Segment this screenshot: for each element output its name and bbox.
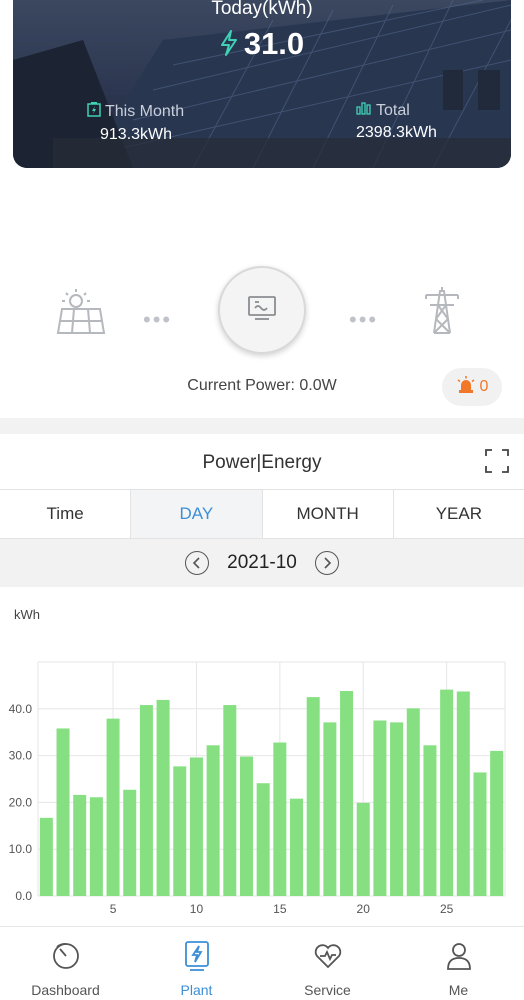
chart-bar (123, 789, 137, 896)
dashboard-icon (49, 939, 83, 973)
y-axis-unit: kWh (14, 607, 40, 622)
user-icon (442, 939, 476, 973)
y-tick-label: 20.0 (9, 795, 33, 809)
inverter-button[interactable] (218, 266, 306, 354)
chart-bar (473, 772, 487, 896)
nav-service[interactable]: Service (262, 927, 393, 1000)
chart-bar (239, 756, 253, 896)
previous-period-button[interactable] (185, 551, 210, 575)
chart-bar (406, 708, 420, 896)
total-stat: Total 2398.3kWh (356, 101, 437, 142)
tab-year[interactable]: YEAR (393, 490, 524, 538)
this-month-stat: This Month 913.3kWh (87, 101, 184, 144)
y-tick-label: 10.0 (9, 842, 33, 856)
x-tick-label: 10 (190, 902, 204, 916)
this-month-label: This Month (105, 102, 185, 120)
period-tabs: Time DAY MONTH YEAR (0, 489, 524, 539)
x-tick-label: 5 (110, 902, 117, 916)
today-energy-value: 31.0 (13, 26, 511, 64)
flow-dots-right: ••• (349, 307, 379, 332)
chart-bar (106, 718, 120, 896)
chart-bar (73, 794, 87, 896)
chart-bar (356, 802, 370, 896)
energy-summary-banner: Today(kWh) 31.0 This Month 913.3kWh Tota… (13, 0, 511, 168)
energy-flow-panel: ••• ••• Current Power: 0.0W 0 (0, 255, 524, 415)
chart-bar (89, 797, 103, 896)
x-tick-label: 25 (440, 902, 454, 916)
bar-chart-icon (356, 101, 372, 120)
fullscreen-icon[interactable] (484, 448, 510, 474)
chevron-right-icon (324, 557, 331, 569)
plant-icon (180, 939, 214, 973)
current-period: 2021-10 (227, 552, 297, 573)
tab-day[interactable]: DAY (131, 490, 263, 538)
chart-bar (456, 691, 470, 896)
chart-card-title: Power|Energy (202, 452, 322, 473)
nav-plant[interactable]: Plant (131, 927, 262, 1000)
chart-bar (223, 705, 237, 896)
chart-bar (56, 728, 70, 896)
chart-bar (139, 705, 153, 896)
chart-bar (390, 722, 404, 896)
battery-icon (87, 101, 101, 122)
nav-me-label: Me (448, 982, 469, 998)
y-tick-label: 30.0 (9, 749, 33, 763)
current-power-label: Current Power: (187, 377, 295, 394)
chart-bar (423, 745, 437, 896)
y-tick-label: 40.0 (9, 702, 33, 716)
chart-bar (373, 720, 387, 896)
alarm-button[interactable]: 0 (442, 368, 502, 406)
chart-bar (173, 766, 187, 896)
nav-me[interactable]: Me (393, 927, 524, 1000)
chart-bar (340, 691, 354, 896)
y-tick-label: 0.0 (15, 889, 32, 903)
section-divider (0, 418, 524, 434)
period-selector: 2021-10 (0, 539, 524, 587)
next-period-button[interactable] (314, 551, 339, 575)
service-icon (311, 939, 345, 973)
nav-plant-label: Plant (180, 982, 213, 998)
solar-panel-icon (54, 287, 106, 340)
chart-bar (206, 745, 220, 896)
chevron-left-icon (192, 557, 200, 569)
alarm-count: 0 (479, 378, 489, 395)
x-tick-label: 15 (273, 902, 287, 916)
chart-bar (156, 699, 170, 896)
power-tower-icon (420, 285, 464, 340)
nav-service-label: Service (304, 982, 351, 998)
chart-bar (189, 757, 203, 896)
tab-month[interactable]: MONTH (262, 490, 394, 538)
inverter-icon (247, 295, 277, 326)
total-value: 2398.3kWh (356, 124, 437, 141)
total-label: Total (376, 101, 410, 119)
x-tick-label: 20 (357, 902, 371, 916)
chart-bar (490, 750, 504, 896)
flow-dots-left: ••• (143, 307, 173, 332)
this-month-value: 913.3kWh (100, 126, 173, 143)
chart-bar (39, 817, 53, 896)
lightning-icon (220, 28, 238, 64)
bottom-navigation: Dashboard Plant Service Me (0, 926, 524, 1000)
today-value-text: 31.0 (243, 26, 305, 61)
tab-time[interactable]: Time (0, 490, 132, 538)
nav-dashboard-label: Dashboard (31, 982, 100, 998)
nav-dashboard[interactable]: Dashboard (0, 927, 131, 1000)
energy-bar-chart: 0.0 10.0 20.0 30.0 40.0 5 10 15 20 25 (9, 661, 506, 916)
chart-bar (306, 697, 320, 896)
chart-bar (256, 783, 270, 896)
chart-bar (290, 798, 304, 896)
chart-bar (323, 722, 337, 896)
alarm-light-icon (456, 375, 476, 399)
chart-bar (273, 742, 287, 896)
current-power-value: 0.0W (299, 377, 337, 394)
today-energy-label: Today(kWh) (211, 0, 313, 19)
chart-bar (440, 689, 454, 896)
